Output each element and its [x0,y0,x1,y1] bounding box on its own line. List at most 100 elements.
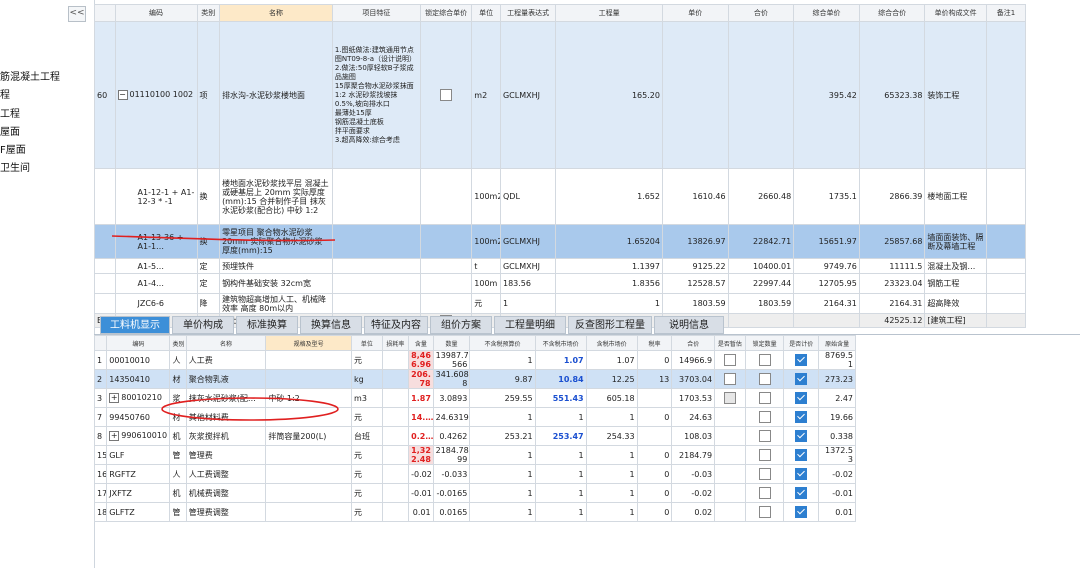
column-header[interactable]: 类别 [169,335,187,351]
est-cell[interactable] [714,426,746,446]
bill-row[interactable]: A1-4… 定钢构件基础安装 32cm宽 100m 183.56 1.8356 12528… [94,273,1027,294]
lock-qty-checkbox[interactable] [758,449,771,461]
item-code-cell[interactable]: −01110100 1002 [114,21,198,169]
tree-item[interactable]: 工程 [0,105,20,120]
column-header[interactable]: 锁定综合单价 [420,4,473,22]
priced-cell[interactable] [783,407,820,427]
column-header[interactable]: 单价 [661,4,729,22]
tree-item[interactable]: F屋面 [0,141,26,156]
market-cell[interactable]: 1.07 [534,350,587,370]
lockq-cell[interactable] [744,407,785,427]
est-cell[interactable] [714,407,746,427]
tab-8[interactable]: 说明信息 [654,316,724,334]
market-cell[interactable]: 1 [534,483,587,503]
resource-row[interactable]: 8 +990610010 机灰浆搅拌机 拌筒容量200(L) 台班 0.2… 0.4262 2… [93,426,856,446]
lock-qty-checkbox[interactable] [758,373,771,385]
lock-qty-checkbox[interactable] [758,506,771,518]
priced-cell[interactable] [783,483,820,503]
column-header[interactable]: 工程量表达式 [499,4,557,22]
lockq-cell[interactable] [744,426,785,446]
lockq-cell[interactable] [744,388,785,408]
market-cell[interactable]: 1 [534,445,587,465]
expand-toggle-icon[interactable]: − [117,90,128,100]
column-header[interactable]: 类别 [196,4,221,22]
lock-qty-checkbox[interactable] [758,430,771,442]
spec-cell[interactable] [265,483,353,503]
item-code-cell[interactable]: A1-12-1 + A1-12-3 * -1 [114,168,198,225]
market-cell[interactable]: 253.47 [534,426,587,446]
column-header[interactable]: 单价构成文件 [924,4,987,22]
column-header[interactable]: 不含税市场价 [534,335,587,351]
column-header[interactable]: 数量 [432,335,471,351]
column-header[interactable]: 不含税预算价 [469,335,536,351]
lock-price-cell[interactable] [420,224,473,259]
resource-row[interactable]: 16 RGFTZ 人人工费调整元 -0.02 -0.033 1 1 1 0 -0.03 -0.02 [93,464,856,484]
tab-2[interactable]: 标准换算 [236,316,298,334]
resource-row[interactable]: 3 +80010210 浆抹灰水泥砂浆(配… 中砂 1:2 m3 1.87 3.0893 25… [93,388,856,408]
est-cell[interactable] [714,369,746,389]
resource-row[interactable]: 2 14350410 材聚合物乳液 kg 206. 78 341.608 8 9.87 10.… [93,369,856,389]
priced-checkbox[interactable] [795,373,808,385]
resource-row[interactable]: 15 GLF 管管理费元 1,32 2.48 2184.78 99 1 1 1 0 2184.79… [93,445,856,465]
column-header[interactable]: 编码 [106,335,171,351]
content-cell[interactable]: 206. 78 [408,369,434,389]
tab-1[interactable]: 单价构成 [172,316,234,334]
content-cell[interactable]: 14.… [408,407,434,427]
bill-row[interactable]: A1-13-36 + A1-1… 换零星项目 聚合物水泥砂浆 20mm 实际聚合物… [94,224,1027,259]
content-cell[interactable]: -0.02 [408,464,434,484]
item-code-cell[interactable]: A1-13-36 + A1-1… [114,224,198,259]
item-name-cell[interactable]: 排水沟-水泥砂浆楼地面 [219,21,333,169]
column-header[interactable]: 单位 [471,4,501,22]
tree-item[interactable]: 屋面 [0,123,20,138]
column-header[interactable]: 综合合价 [858,4,926,22]
bill-row[interactable]: A1-12-1 + A1-12-3 * -1 换楼地面水泥砂浆找平层 混凝土或硬基… [94,168,1027,225]
lockq-cell[interactable] [744,502,785,522]
lock-qty-checkbox[interactable] [758,487,771,499]
priced-cell[interactable] [783,445,820,465]
priced-cell[interactable] [783,388,820,408]
column-header[interactable]: 编码 [114,4,198,22]
item-name-cell[interactable]: 楼地面水泥砂浆找平层 混凝土或硬基层上 20mm 实际厚度(mm):15 合并制… [219,168,333,225]
priced-cell[interactable] [783,426,820,446]
column-header[interactable]: 名称 [185,335,267,351]
est-cell[interactable] [714,483,746,503]
column-header[interactable]: 合价 [671,335,716,351]
column-header[interactable]: 合价 [727,4,795,22]
estimate-checkbox[interactable] [723,354,736,366]
item-name-cell[interactable]: 建筑物超高增加人工、机械降效率 高度 80m以内 [219,293,333,314]
spec-cell[interactable] [265,350,353,370]
resource-row[interactable]: 1 00010010 人人工费元 8,46 6.96 13987.7 566 1 1.07 1… [93,350,856,370]
bill-row[interactable]: 60−01110100 1002 项排水沟-水泥砂浆楼地面 1.图纸做法:建筑通用节… [94,21,1027,169]
estimate-checkbox[interactable] [723,392,736,404]
column-header[interactable]: 备注1 [985,4,1027,22]
tab-3[interactable]: 换算信息 [300,316,362,334]
column-header[interactable]: 锁定数量 [744,335,785,351]
resource-row[interactable]: 17 JXFTZ 机机械费调整元 -0.01 -0.0165 1 1 1 0 -0.02 -0.01 [93,483,856,503]
lockq-cell[interactable] [744,464,785,484]
market-cell[interactable]: 10.84 [534,369,587,389]
column-header[interactable]: 含税市场价 [585,335,638,351]
lock-price-cell[interactable] [420,273,473,294]
tree-item[interactable]: 卫生间 [0,159,30,174]
content-cell[interactable]: -0.01 [408,483,434,503]
est-cell[interactable] [714,350,746,370]
spec-cell[interactable] [265,369,353,389]
lock-price-cell[interactable] [420,258,473,274]
column-header[interactable]: 名称 [219,4,333,22]
item-code-cell[interactable]: A1-5… [114,258,198,274]
spec-cell[interactable]: 中砂 1:2 [265,388,353,408]
column-header[interactable]: 是否暂估 [714,335,746,351]
spec-cell[interactable] [265,445,353,465]
expand-toggle-icon[interactable]: + [109,431,120,441]
item-code-cell[interactable]: JZC6-6 [114,293,198,314]
lock-qty-checkbox[interactable] [758,468,771,480]
resource-row[interactable]: 18 GLFTZ 管管理费调整元 0.01 0.0165 1 1 1 0 0.02 0.01 [93,502,856,522]
lock-qty-checkbox[interactable] [758,411,771,423]
priced-checkbox[interactable] [795,354,808,366]
column-header[interactable]: 单位 [351,335,383,351]
lockq-cell[interactable] [744,369,785,389]
lockq-cell[interactable] [744,350,785,370]
lock-checkbox[interactable] [440,89,453,101]
est-cell[interactable] [714,464,746,484]
content-cell[interactable]: 0.2… [408,426,434,446]
